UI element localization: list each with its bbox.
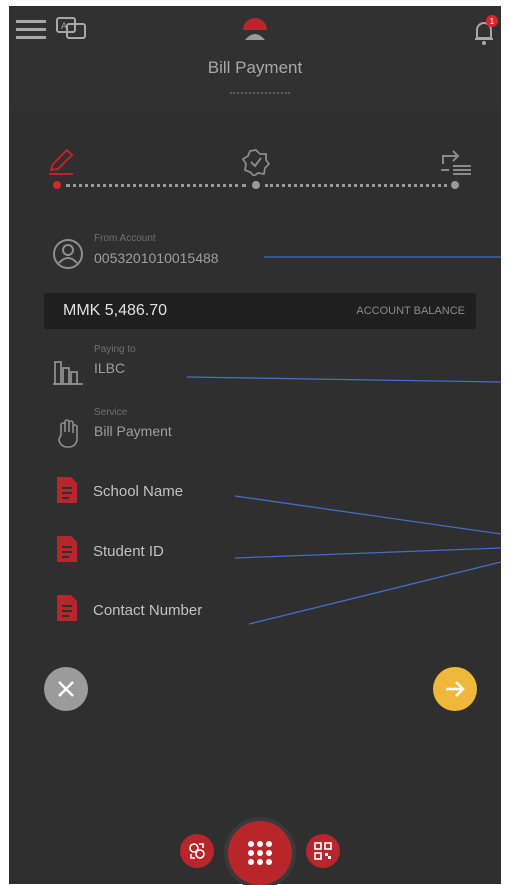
- arrow-right-icon: [446, 681, 465, 697]
- app-screen: A 1 Bill Payment From Account 0053201010…: [9, 6, 501, 885]
- keypad-icon: [248, 841, 272, 865]
- transfer-button[interactable]: [180, 834, 214, 868]
- qr-button[interactable]: [306, 834, 340, 868]
- home-keypad-button[interactable]: [228, 821, 292, 885]
- leader-line-paying-to: [186, 376, 501, 383]
- annotation-lines: [186, 256, 501, 625]
- transfer-icon: [189, 843, 205, 859]
- next-button[interactable]: [433, 667, 477, 711]
- leader-line-contact: [248, 561, 501, 625]
- leader-line-school: [234, 495, 501, 535]
- leader-line-student: [234, 547, 501, 559]
- qr-code-icon: [314, 842, 332, 860]
- cancel-button[interactable]: [44, 667, 88, 711]
- close-icon: [58, 681, 74, 697]
